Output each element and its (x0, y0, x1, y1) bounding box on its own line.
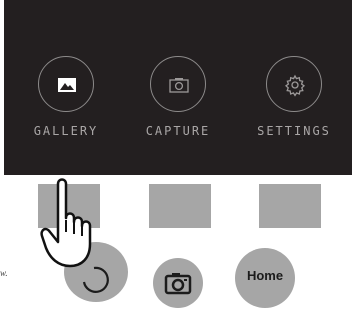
gallery-label: GALLERY (33, 124, 99, 138)
side-note: w. (0, 268, 8, 278)
home-label: Home (246, 268, 284, 283)
settings-circle[interactable] (266, 56, 322, 112)
gear-icon (284, 74, 306, 97)
gallery-circle[interactable] (38, 56, 94, 112)
home-button[interactable]: Home (235, 248, 295, 308)
screen-stage: GALLERY CAPTURE SETTINGS Home w. (0, 0, 352, 311)
menu-item-settings[interactable]: SETTINGS (244, 56, 344, 146)
menu-item-capture[interactable]: CAPTURE (128, 56, 228, 146)
menu-panel: GALLERY CAPTURE SETTINGS (4, 0, 352, 175)
camera-icon (164, 273, 192, 295)
pointing-hand-icon (40, 178, 92, 268)
menu-item-gallery[interactable]: GALLERY (16, 56, 116, 146)
image-icon (58, 78, 76, 92)
camera-icon (169, 78, 189, 93)
capture-label: CAPTURE (145, 124, 211, 138)
settings-label: SETTINGS (257, 124, 331, 138)
settings-hardware-button[interactable] (259, 184, 321, 228)
capture-circle[interactable] (150, 56, 206, 112)
capture-hardware-button[interactable] (149, 184, 211, 228)
camera-button[interactable] (153, 258, 203, 308)
